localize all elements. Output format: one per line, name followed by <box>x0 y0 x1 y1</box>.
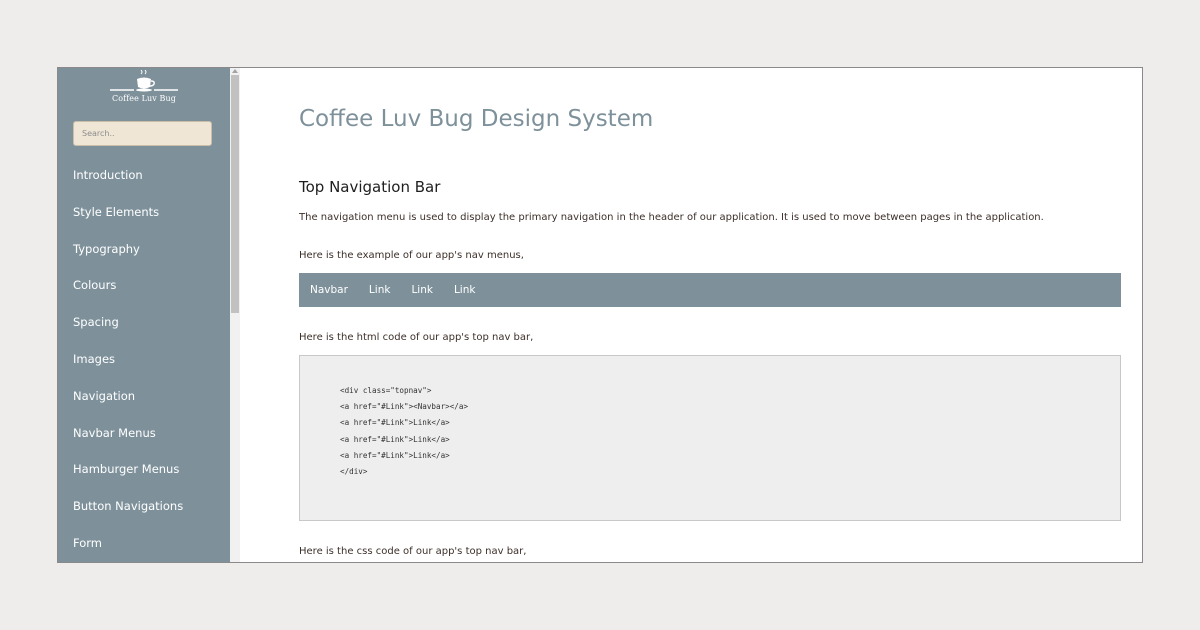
sidebar-item-typography[interactable]: Typography <box>58 240 230 277</box>
css-code-intro: Here is the css code of our app's top na… <box>299 546 527 557</box>
coffee-cup-icon <box>110 70 178 92</box>
example-intro: Here is the example of our app's nav men… <box>299 250 524 261</box>
sidebar-item-navbar-menus[interactable]: Navbar Menus <box>58 424 230 461</box>
section-title: Top Navigation Bar <box>299 178 441 196</box>
demo-navbar: Navbar Link Link Link <box>299 273 1121 307</box>
sidebar-item-colours[interactable]: Colours <box>58 276 230 313</box>
sidebar-item-button-navigations[interactable]: Button Navigations <box>58 497 230 534</box>
html-code-block: <div class="topnav"> <a href="#Link"><Na… <box>299 355 1121 521</box>
sidebar-nav: Introduction Style Elements Typography C… <box>58 166 230 562</box>
code-line: <a href="#Link">Link</a> <box>340 450 450 460</box>
main-content: Coffee Luv Bug Design System Top Navigat… <box>240 68 1142 562</box>
sidebar-item-images[interactable]: Images <box>58 350 230 387</box>
code-line: </div> <box>340 467 368 477</box>
section-description: The navigation menu is used to display t… <box>299 212 1044 223</box>
app-window: Coffee Luv Bug Introduction Style Elemen… <box>57 67 1143 563</box>
code-line: <div class="topnav"> <box>340 386 432 395</box>
sidebar-item-form[interactable]: Form <box>58 534 230 562</box>
brand-name: Coffee Luv Bug <box>112 94 176 103</box>
brand-logo[interactable]: Coffee Luv Bug <box>58 70 230 110</box>
code-line: <a href="#Link"><Navbar></a> <box>340 402 469 412</box>
search-input[interactable] <box>73 121 212 146</box>
scrollbar-thumb[interactable] <box>231 75 239 313</box>
sidebar-item-hamburger-menus[interactable]: Hamburger Menus <box>58 460 230 497</box>
demo-navbar-link-1[interactable]: Link <box>369 284 391 296</box>
sidebar-item-navigation[interactable]: Navigation <box>58 387 230 424</box>
sidebar-item-introduction[interactable]: Introduction <box>58 166 230 203</box>
demo-navbar-link-2[interactable]: Link <box>411 284 433 296</box>
code-line: <a href="#Link">Link</a> <box>340 418 450 428</box>
demo-navbar-brand[interactable]: Navbar <box>310 284 348 296</box>
html-code-intro: Here is the html code of our app's top n… <box>299 332 534 343</box>
scroll-up-arrow-icon[interactable] <box>232 69 238 73</box>
sidebar-scrollbar[interactable] <box>230 68 240 562</box>
page-title: Coffee Luv Bug Design System <box>299 106 654 132</box>
demo-navbar-link-3[interactable]: Link <box>454 284 476 296</box>
sidebar: Coffee Luv Bug Introduction Style Elemen… <box>58 68 230 562</box>
sidebar-item-spacing[interactable]: Spacing <box>58 313 230 350</box>
sidebar-item-style-elements[interactable]: Style Elements <box>58 203 230 240</box>
code-line: <a href="#Link">Link</a> <box>340 434 450 444</box>
